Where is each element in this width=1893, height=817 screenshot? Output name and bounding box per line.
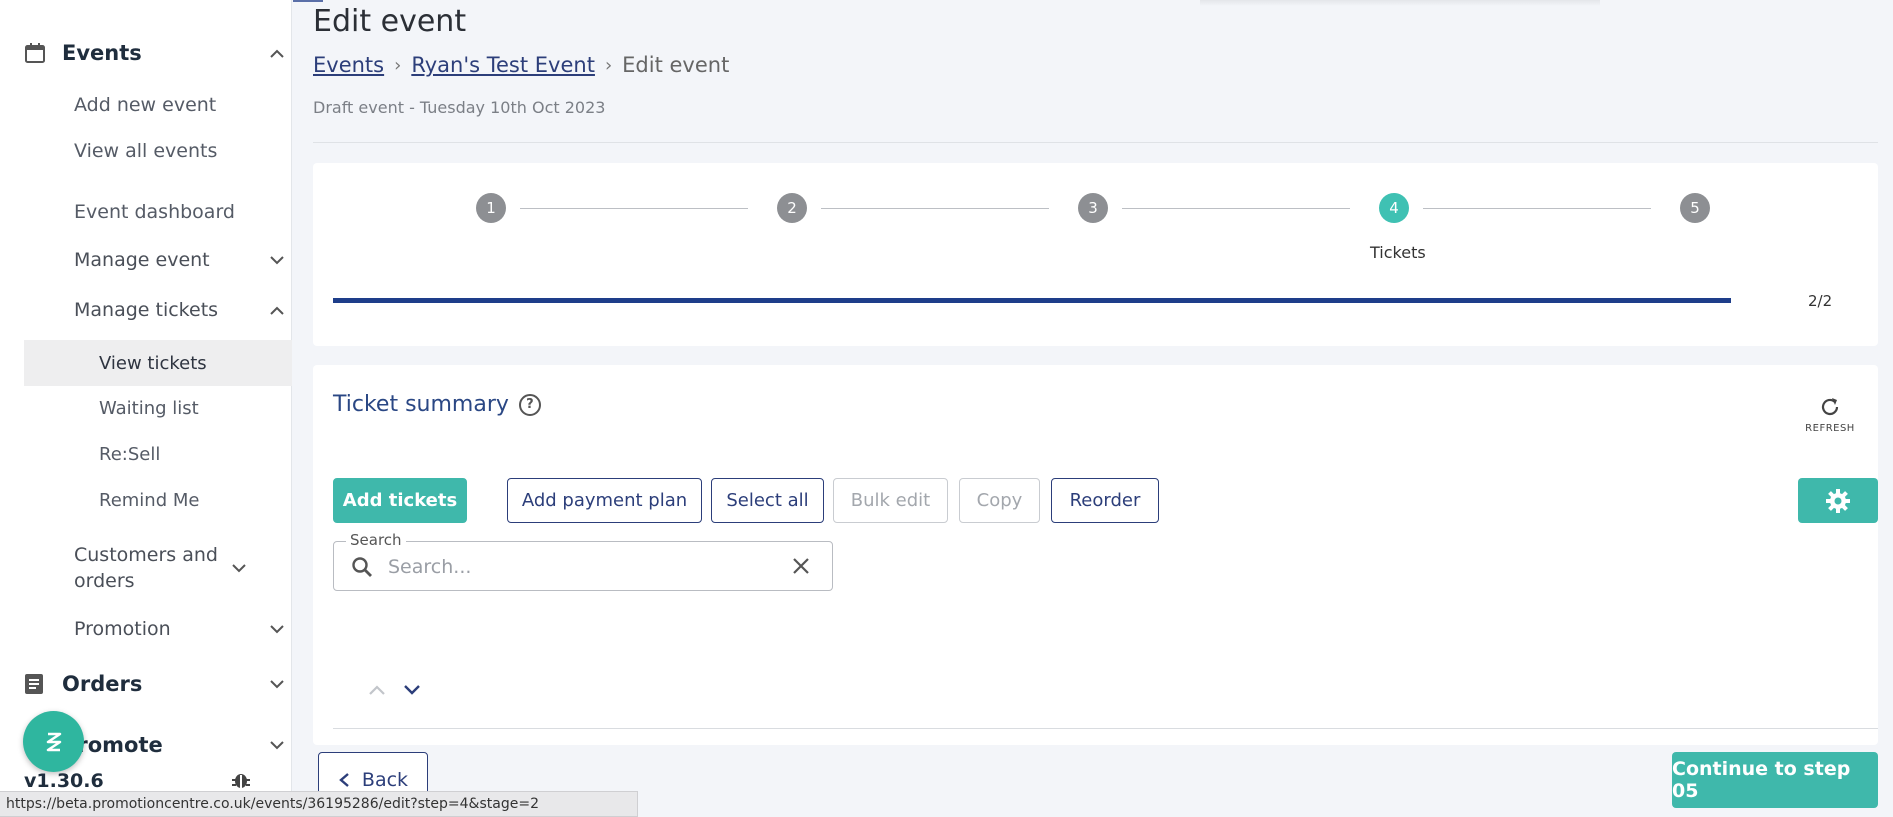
refresh-icon bbox=[1821, 398, 1839, 416]
version-label: v1.30.6 bbox=[24, 770, 104, 792]
sidebar-item-manage-event[interactable]: Manage event bbox=[24, 239, 292, 281]
status-bar-url: https://beta.promotioncentre.co.uk/event… bbox=[0, 791, 638, 817]
help-icon[interactable]: ? bbox=[518, 393, 541, 416]
sidebar-item-remind-me[interactable]: Remind Me bbox=[24, 477, 292, 523]
step-4[interactable]: 4 bbox=[1379, 193, 1409, 223]
gear-icon bbox=[1826, 488, 1850, 513]
section-title: Ticket summary bbox=[333, 392, 509, 417]
ticket-summary-card: Ticket summary ? REFRESH Add tickets Add… bbox=[313, 365, 1878, 745]
sidebar-item-waiting-list[interactable]: Waiting list bbox=[24, 385, 292, 431]
divider bbox=[333, 728, 1878, 729]
sidebar-item-label: Customers and orders bbox=[74, 544, 218, 592]
document-icon bbox=[24, 673, 62, 695]
page-title: Edit event bbox=[313, 4, 467, 39]
main-content: Edit event Events › Ryan's Test Event › … bbox=[293, 0, 1893, 817]
search-field[interactable]: Search bbox=[333, 531, 833, 591]
sidebar-item-label: Event dashboard bbox=[74, 201, 235, 223]
search-icon bbox=[350, 555, 374, 583]
step-2[interactable]: 2 bbox=[777, 193, 807, 223]
sidebar: Events Add new event View all events Eve… bbox=[0, 0, 292, 817]
sidebar-item-manage-tickets[interactable]: Manage tickets bbox=[24, 289, 292, 331]
sidebar-item-view-tickets[interactable]: View tickets bbox=[24, 340, 292, 386]
reorder-button[interactable]: Reorder bbox=[1051, 478, 1159, 523]
step-label: Tickets bbox=[1370, 243, 1426, 262]
breadcrumb: Events › Ryan's Test Event › Edit event bbox=[313, 53, 729, 77]
step-connector bbox=[520, 208, 748, 209]
chevron-down-icon[interactable] bbox=[262, 740, 292, 750]
continue-button[interactable]: Continue to step 05 bbox=[1672, 752, 1878, 808]
chevron-down-icon[interactable] bbox=[262, 679, 292, 689]
close-icon[interactable] bbox=[790, 555, 812, 581]
sidebar-item-label: Events bbox=[62, 41, 142, 65]
settings-button[interactable] bbox=[1798, 478, 1878, 523]
sidebar-item-label: View all events bbox=[74, 140, 218, 162]
ticket-summary-heading: Ticket summary ? bbox=[333, 392, 541, 417]
step-connector bbox=[1423, 208, 1651, 209]
progress-count: 2/2 bbox=[1808, 292, 1833, 310]
sidebar-item-label: Waiting list bbox=[99, 397, 199, 419]
sidebar-item-events[interactable]: Events bbox=[24, 29, 292, 77]
sidebar-item-add-new-event[interactable]: Add new event bbox=[24, 84, 292, 126]
top-indicator bbox=[293, 0, 323, 2]
sidebar-item-label: Remind Me bbox=[99, 489, 200, 511]
breadcrumb-current: Edit event bbox=[622, 53, 730, 77]
step-5[interactable]: 5 bbox=[1680, 193, 1710, 223]
sidebar-item-view-all-events[interactable]: View all events bbox=[24, 130, 292, 172]
sidebar-item-label: Add new event bbox=[74, 94, 217, 116]
chevron-down-icon[interactable] bbox=[262, 255, 292, 265]
chevron-down-icon[interactable] bbox=[403, 681, 421, 700]
refresh-label: REFRESH bbox=[1805, 423, 1855, 434]
breadcrumb-link-events[interactable]: Events bbox=[313, 53, 384, 77]
chevron-left-icon bbox=[339, 773, 349, 787]
app-logo-button[interactable] bbox=[23, 711, 84, 772]
bulk-edit-button[interactable]: Bulk edit bbox=[833, 478, 948, 523]
progress-bar bbox=[333, 298, 1731, 303]
breadcrumb-separator: › bbox=[394, 54, 402, 76]
breadcrumb-link-event[interactable]: Ryan's Test Event bbox=[411, 53, 595, 77]
sidebar-item-label: Promote bbox=[62, 733, 163, 757]
refresh-button[interactable]: REFRESH bbox=[1800, 395, 1860, 434]
sidebar-item-customers-orders[interactable]: Customers and orders bbox=[24, 540, 292, 596]
select-all-button[interactable]: Select all bbox=[711, 478, 824, 523]
step-3[interactable]: 3 bbox=[1078, 193, 1108, 223]
breadcrumb-separator: › bbox=[604, 54, 613, 76]
sidebar-item-label: Manage tickets bbox=[74, 299, 219, 321]
add-payment-plan-button[interactable]: Add payment plan bbox=[507, 478, 702, 523]
sidebar-item-label: Re:Sell bbox=[99, 443, 161, 465]
sidebar-item-event-dashboard[interactable]: Event dashboard bbox=[24, 191, 292, 233]
sidebar-item-promotion[interactable]: Promotion bbox=[24, 608, 292, 650]
chevron-up-icon[interactable] bbox=[262, 49, 292, 58]
sidebar-item-orders[interactable]: Orders bbox=[24, 660, 292, 708]
sidebar-item-resell[interactable]: Re:Sell bbox=[24, 431, 292, 477]
step-connector bbox=[1122, 208, 1350, 209]
divider bbox=[313, 142, 1878, 143]
sidebar-item-label: View tickets bbox=[99, 352, 207, 374]
event-status-subtitle: Draft event - Tuesday 10th Oct 2023 bbox=[313, 98, 606, 117]
chevron-down-icon[interactable] bbox=[224, 563, 254, 573]
calendar-icon bbox=[24, 42, 62, 64]
chevron-down-icon[interactable] bbox=[262, 624, 292, 634]
step-connector bbox=[821, 208, 1049, 209]
stepper-card: 1 2 3 4 5 Tickets 2/2 bbox=[313, 163, 1878, 346]
chevron-up-icon[interactable] bbox=[368, 681, 386, 700]
add-tickets-button[interactable]: Add tickets bbox=[333, 478, 467, 523]
step-1[interactable]: 1 bbox=[476, 193, 506, 223]
sidebar-item-label: Manage event bbox=[74, 249, 210, 271]
back-label: Back bbox=[361, 769, 409, 791]
search-input[interactable] bbox=[388, 554, 768, 580]
logo-icon bbox=[46, 732, 61, 751]
search-label: Search bbox=[346, 531, 406, 549]
copy-button[interactable]: Copy bbox=[959, 478, 1040, 523]
sidebar-item-label: Promotion bbox=[74, 618, 171, 640]
sidebar-item-label: Orders bbox=[62, 672, 143, 696]
chevron-up-icon[interactable] bbox=[262, 306, 292, 315]
